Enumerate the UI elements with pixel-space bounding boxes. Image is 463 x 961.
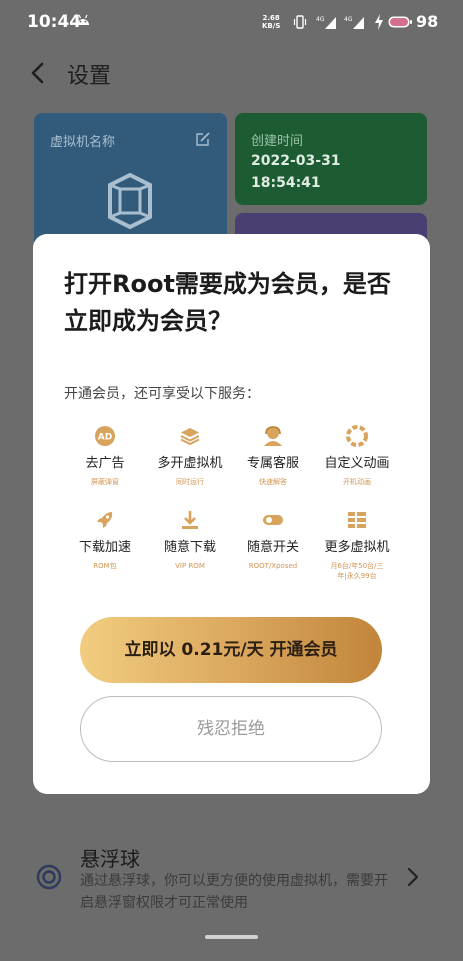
status-bar: 10:44 2.68 KB/S 4G 4G 98 [0,0,463,44]
signal-label-sim2: 4G [344,16,353,23]
dialog-title: 打开Root需要成为会员，是否立即成为会员？ [64,270,391,335]
feature-sub: ROM包 [93,562,117,570]
signal-label-sim1: 4G [316,16,325,23]
charging-bolt-icon [375,14,383,30]
float-ball-icon [36,864,62,890]
feature-sub: 同时运行 [176,478,204,486]
home-indicator[interactable] [205,935,258,939]
download-icon [182,511,198,529]
battery-icon [388,16,412,28]
feature-label: 专属客服 [246,456,299,471]
feature-label: 多开虚拟机 [157,456,223,471]
feature-free-toggle: 随意开关 ROOT/Xposed [228,509,318,571]
network-speed-value: 2.68 [262,14,280,22]
back-arrow-icon[interactable] [28,60,48,86]
float-ball-description: 通过悬浮球，你可以更方便的使用虚拟机，需要开启悬浮窗权限才可正常使用 [80,873,388,911]
ad-icon: AD [95,426,115,446]
layers-icon [180,428,200,446]
created-time-card: 创建时间 2022-03-31 18:54:41 [235,113,427,205]
feature-sub: 快速解答 [259,478,287,486]
membership-dialog: 打开Root需要成为会员，是否立即成为会员？ 开通会员，还可享受以下服务： AD… [33,234,430,794]
feature-download-speedup: 下载加速 ROM包 [60,509,150,571]
network-speed-unit: KB/S [262,22,281,30]
feature-sub: ROOT/Xposed [248,562,298,570]
animation-icon [346,425,368,447]
feature-sub: 月6台/年50台/三年|永久99台 [330,562,384,580]
chevron-right-icon[interactable] [406,866,420,888]
feature-remove-ads: AD 去广告 屏蔽弹窗 [60,425,150,487]
svg-text:AD: AD [98,433,112,443]
created-time-label: 创建时间 [251,134,304,149]
signal-icon-sim1: 4G [316,14,338,30]
status-time: 10:44 [27,12,82,32]
feature-free-download: 随意下载 VIP ROM [145,509,235,571]
feature-label: 随意下载 [163,540,216,555]
reject-button[interactable]: 残忍拒绝 [80,696,382,762]
feature-label: 去广告 [85,456,125,471]
network-speed: 2.68 KB/S [262,14,280,30]
page-title: 设置 [67,64,112,89]
support-agent-icon [264,426,282,446]
feature-more-vms: 更多虚拟机 月6台/年50台/三年|永久99台 [312,509,402,581]
signal-icon-sim2: 4G [344,14,366,30]
feature-label: 下载加速 [78,540,131,555]
become-member-button[interactable]: 立即以 0.21元/天 开通会员 [80,617,382,683]
feature-sub: VIP ROM [175,562,205,570]
android-notification-icon [77,14,89,25]
grid-icon [348,512,366,528]
toggle-icon [263,515,283,525]
feature-label: 自定义动画 [324,456,390,471]
float-ball-title: 悬浮球 [80,847,140,871]
feature-sub: 屏蔽弹窗 [91,478,119,486]
battery-level: 98 [416,12,439,31]
created-date: 2022-03-31 [251,153,341,169]
feature-animation: 自定义动画 开机动画 [312,425,402,487]
created-time: 18:54:41 [251,175,321,191]
vm-name-label: 虚拟机名称 [50,135,116,150]
created-time-value: 2022-03-31 18:54:41 [251,150,341,194]
vm-cube-logo [108,172,152,230]
rocket-icon [97,512,113,528]
edit-icon[interactable] [195,131,211,147]
feature-multi-vm: 多开虚拟机 同时运行 [145,425,235,487]
feature-label: 更多虚拟机 [324,540,390,555]
vibrate-icon [293,15,307,29]
feature-sub: 开机动画 [343,478,371,486]
feature-support: 专属客服 快速解答 [228,425,318,487]
dialog-subtitle: 开通会员，还可享受以下服务： [64,386,260,402]
feature-label: 随意开关 [246,540,299,555]
